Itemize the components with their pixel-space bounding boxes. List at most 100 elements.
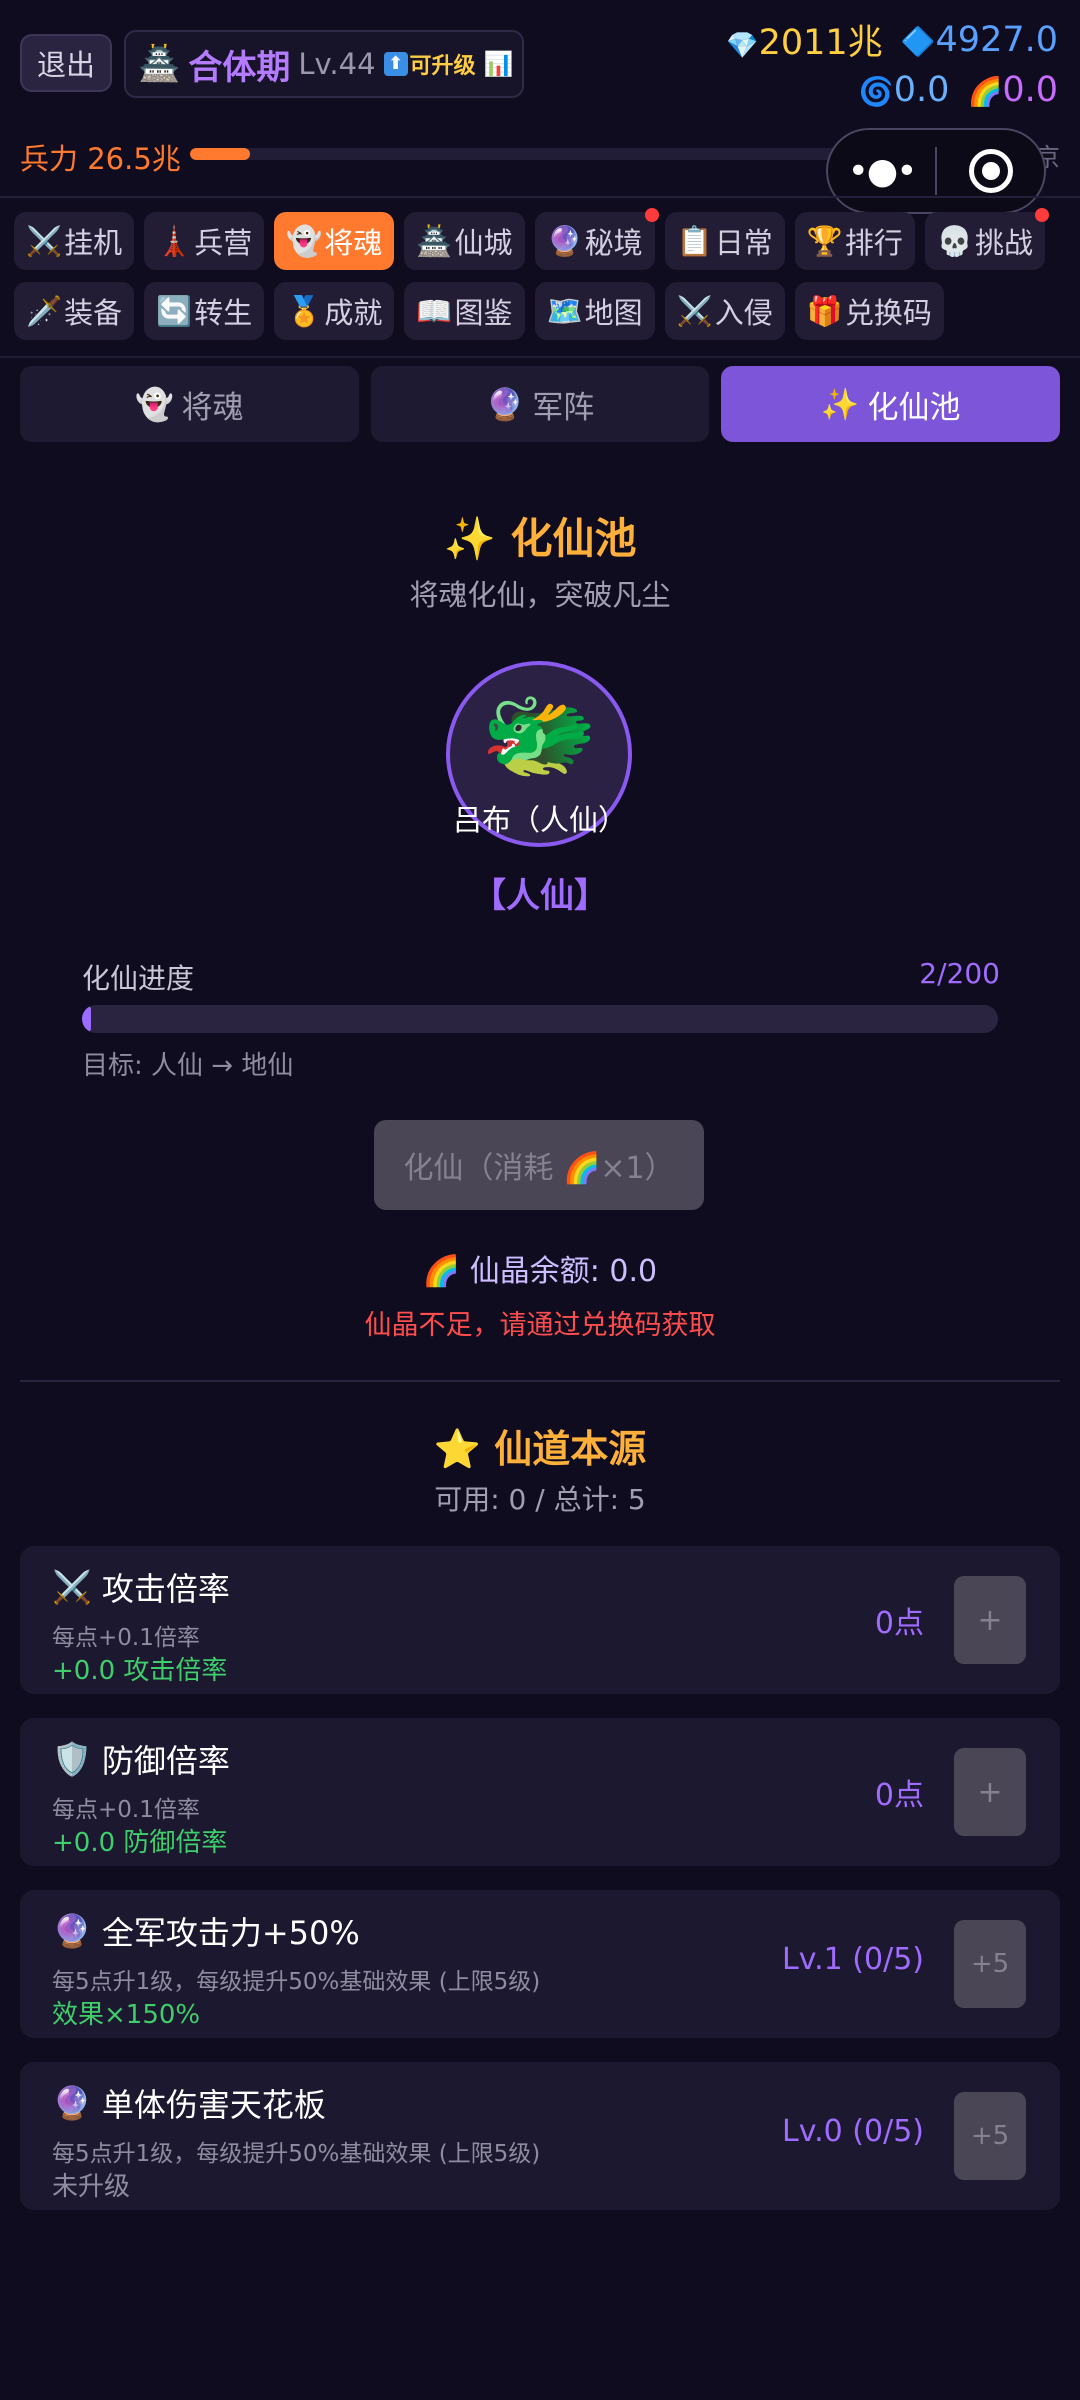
- crystal-ball-icon: 🔮: [485, 386, 525, 423]
- card-title: 🔮 全军攻击力+50%: [52, 1908, 360, 1954]
- card-level: Lv.1 (0/5): [782, 1942, 924, 1977]
- origin-points: 可用: 0 / 总计: 5: [434, 1483, 646, 1516]
- nav-item-r1-7[interactable]: 💀 挑战: [924, 208, 1049, 270]
- nav-icon: 🗼: [156, 223, 193, 258]
- nav-icon: ⚔️: [26, 223, 63, 258]
- nav-item-r1-3[interactable]: 🏯 仙城: [404, 212, 525, 270]
- card-defense-multiplier: 🛡️ 防御倍率 每点+0.1倍率 +0.0 防御倍率 0点 +: [20, 1718, 1060, 1866]
- close-target-icon[interactable]: [937, 149, 1044, 193]
- hero-tier: 【人仙】: [472, 876, 608, 916]
- card-value: 0点: [874, 1606, 924, 1641]
- nav-icon: 🔄: [156, 293, 193, 328]
- upgrade-badge[interactable]: ⬆ 可升级: [383, 48, 476, 80]
- insufficient-warning: 仙晶不足，请通过兑换码获取: [364, 1310, 716, 1341]
- nav-label: 秘境: [584, 226, 643, 260]
- swirl-value: 0.0: [893, 70, 950, 110]
- card-effect: +0.0 攻击倍率: [52, 1656, 228, 1686]
- nav-divider: [0, 356, 1080, 358]
- mini-program-capsule[interactable]: •●•: [826, 128, 1046, 214]
- hero-name: 吕布（人仙）: [452, 803, 627, 837]
- card-title-text: 全军攻击力+50%: [101, 1914, 360, 1952]
- add-five-button[interactable]: +5: [954, 1920, 1026, 2008]
- pool-subtitle: 将魂化仙，突破凡尘: [409, 578, 671, 612]
- card-effect: 效果×150%: [52, 2000, 201, 2030]
- nav-label: 将魂: [324, 226, 383, 260]
- card-title-text: 攻击倍率: [101, 1570, 230, 1608]
- pool-title: ✨ 化仙池: [443, 514, 637, 563]
- nav-label: 图鉴: [454, 296, 513, 330]
- card-effect: +0.0 防御倍率: [52, 1828, 228, 1858]
- chart-icon[interactable]: 📊: [484, 50, 514, 78]
- nav-label: 兵营: [194, 226, 253, 260]
- nav-item-r1-4[interactable]: 🔮 秘境: [534, 208, 659, 270]
- nav-icon: 🔮: [546, 223, 583, 258]
- rainbow-icon: 🌈: [967, 75, 1003, 108]
- ghost-icon: 👻: [135, 386, 174, 423]
- nav-label: 兑换码: [844, 296, 932, 330]
- card-title: 🔮 单体伤害天花板: [52, 2080, 326, 2126]
- rank-panel[interactable]: 🏯 合体期 Lv.44 ⬆ 可升级 📊: [124, 30, 524, 98]
- nav-item-r1-5[interactable]: 📋 日常: [664, 212, 785, 270]
- main-nav-row-1: ⚔️ 挂机 🗼 兵营 👻 将魂 🏯 仙城 🔮 秘境 📋 日常 🏆 排行 💀 挑战: [14, 208, 1066, 270]
- card-title: 🛡️ 防御倍率: [52, 1736, 230, 1782]
- nav-item-r2-0[interactable]: 🗡️ 装备: [14, 282, 135, 340]
- add-five-button[interactable]: +5: [954, 2092, 1026, 2180]
- crystal-balance: 🌈 仙晶余额: 0.0: [422, 1254, 658, 1289]
- nav-label: 成就: [324, 296, 383, 330]
- nav-item-r1-6[interactable]: 🏆 排行: [794, 212, 915, 270]
- nav-item-r2-1[interactable]: 🔄 转生: [144, 282, 265, 340]
- diamond-value: 2011兆: [758, 23, 883, 63]
- add-point-button[interactable]: +: [954, 1748, 1026, 1836]
- nav-label: 入侵: [714, 296, 773, 330]
- rainbow-currency: 🌈0.0: [967, 70, 1058, 110]
- nav-item-r2-4[interactable]: 🗺️ 地图: [534, 282, 655, 340]
- nav-label: 仙城: [454, 226, 513, 260]
- troop-power-label: 兵力 26.5兆: [20, 142, 181, 176]
- nav-icon: 🏅: [286, 293, 323, 328]
- more-options-icon[interactable]: •●•: [828, 151, 935, 192]
- target-dot: [981, 162, 1000, 180]
- header-divider: [0, 196, 1080, 198]
- tab-label: 化仙池: [867, 389, 961, 426]
- nav-item-r1-0[interactable]: ⚔️ 挂机: [14, 212, 135, 270]
- section-divider: [20, 1380, 1060, 1382]
- notification-dot: [644, 208, 659, 222]
- nav-icon: 🗡️: [26, 293, 63, 328]
- nav-item-r2-6[interactable]: 🎁 兑换码: [794, 282, 944, 340]
- target-ring: [968, 149, 1013, 193]
- add-point-button[interactable]: +: [954, 1576, 1026, 1664]
- card-desc: 每点+0.1倍率: [52, 1625, 200, 1651]
- nav-icon: 👻: [286, 223, 323, 258]
- card-army-attack: 🔮 全军攻击力+50% 每5点升1级，每级提升50%基础效果 (上限5级) 效果…: [20, 1890, 1060, 2038]
- dragon-icon: 🐲: [480, 681, 598, 790]
- crystal-currency: 🔷4927.0: [901, 20, 1058, 60]
- card-title-text: 防御倍率: [101, 1742, 230, 1780]
- nav-label: 地图: [584, 296, 643, 330]
- notification-dot: [1035, 208, 1049, 222]
- tab-formation[interactable]: 🔮 军阵: [370, 366, 710, 442]
- card-desc: 每5点升1级，每级提升50%基础效果 (上限5级): [52, 1969, 541, 1995]
- nav-item-r1-2[interactable]: 👻 将魂: [274, 212, 395, 270]
- tab-immortal-pool[interactable]: ✨ 化仙池: [721, 366, 1061, 442]
- exit-button[interactable]: 退出: [20, 34, 112, 92]
- card-value: 0点: [874, 1778, 924, 1813]
- nav-item-r2-2[interactable]: 🏅 成就: [274, 282, 395, 340]
- nav-label: 排行: [844, 226, 903, 260]
- nav-icon: 📖: [416, 293, 453, 328]
- nav-item-r1-1[interactable]: 🗼 兵营: [144, 212, 265, 270]
- nav-item-r2-5[interactable]: ⚔️ 入侵: [664, 282, 785, 340]
- nav-item-r2-3[interactable]: 📖 图鉴: [404, 282, 525, 340]
- tab-hero-soul[interactable]: 👻 将魂: [20, 366, 359, 442]
- crystal-value: 4927.0: [935, 19, 1058, 60]
- diamond-currency: 💎2011兆: [726, 14, 882, 65]
- progress-target: 目标: 人仙 → 地仙: [82, 1051, 294, 1081]
- evolve-button[interactable]: 化仙（消耗 🌈×1）: [374, 1120, 704, 1210]
- crystal-icon: 🔷: [900, 24, 936, 58]
- nav-icon: 📋: [676, 223, 713, 258]
- card-title: ⚔️ 攻击倍率: [52, 1564, 230, 1610]
- currency-row-bottom: 🌀0.0 🌈0.0: [859, 70, 1058, 110]
- nav-icon: 🎁: [806, 293, 843, 328]
- card-attack-multiplier: ⚔️ 攻击倍率 每点+0.1倍率 +0.0 攻击倍率 0点 +: [20, 1546, 1060, 1694]
- nav-label: 挂机: [64, 226, 123, 260]
- progress-label: 化仙进度: [82, 962, 195, 995]
